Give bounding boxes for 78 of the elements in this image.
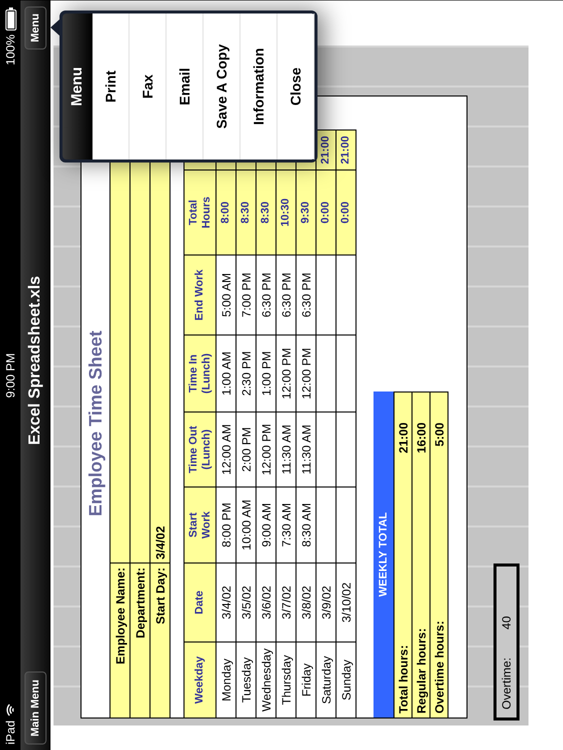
table-cell: 12:00 AM	[216, 411, 236, 486]
table-cell: 9:30	[296, 169, 316, 254]
wifi-icon	[5, 702, 15, 716]
table-cell: 3/9/02	[316, 562, 336, 641]
table-cell: 3/4/02	[216, 562, 236, 641]
menu-item[interactable]: Save A Copy	[203, 13, 240, 159]
column-header: End Work	[184, 254, 216, 334]
table-cell: 1:00 PM	[256, 334, 276, 411]
table-cell: 7:30 AM	[276, 486, 296, 562]
table-cell: 12:00 PM	[296, 334, 316, 411]
table-cell: 2:30 PM	[236, 334, 256, 411]
popover-title: Menu	[62, 13, 92, 159]
table-cell: Thursday	[276, 641, 296, 717]
table-cell: 12:00 PM	[256, 411, 276, 486]
table-cell: 2:00 PM	[236, 411, 256, 486]
table-cell: Sunday	[336, 641, 356, 717]
field-label: Start Day:	[150, 562, 170, 717]
table-cell: Friday	[296, 641, 316, 717]
table-cell: Monday	[216, 641, 236, 717]
table-cell: Tuesday	[236, 641, 256, 717]
table-cell: 10:30	[276, 169, 296, 254]
table-cell: 3/6/02	[256, 562, 276, 641]
table-cell: 1:00 AM	[216, 334, 236, 411]
table-cell: 5:00 AM	[216, 254, 236, 334]
device-name: iPad	[2, 720, 18, 744]
menu-item[interactable]: Print	[92, 13, 129, 159]
table-cell: 8:00	[216, 169, 236, 254]
table-cell: 8:30	[256, 169, 276, 254]
total-value: 21:00	[394, 391, 412, 487]
table-cell: Wednesday	[256, 641, 276, 717]
menu-item[interactable]: Email	[166, 13, 203, 159]
table-cell: 8:00 PM	[216, 486, 236, 562]
table-cell: 11:30 AM	[296, 411, 316, 486]
total-label: Regular hours:	[412, 487, 430, 717]
weekly-total-header: WEEKLY TOTAL	[373, 391, 393, 717]
table-cell: 0:00	[336, 169, 356, 254]
table-cell: 9:00 AM	[256, 486, 276, 562]
table-cell: 3/8/02	[296, 562, 316, 641]
column-header: Total Hours	[184, 169, 216, 254]
status-time: 9:00 PM	[2, 352, 18, 400]
column-header: Start Work	[184, 486, 216, 562]
field-label: Employee Name:	[110, 562, 130, 717]
table-cell: 3/7/02	[276, 562, 296, 641]
menu-item[interactable]: Information	[240, 13, 277, 159]
table-cell: 10:00 AM	[236, 486, 256, 562]
overtime-label: Overtime:	[498, 656, 514, 709]
table-cell: 0:00	[316, 169, 336, 254]
table-cell: 8:30	[236, 169, 256, 254]
field-label: Department:	[130, 562, 150, 717]
table-cell: 21:00	[336, 129, 356, 169]
table-cell: 8:30 AM	[296, 486, 316, 562]
table-cell: 6:30 PM	[276, 254, 296, 334]
table-cell: 6:30 PM	[296, 254, 316, 334]
menu-button[interactable]: Menu	[24, 6, 46, 49]
column-header: Weekday	[184, 641, 216, 717]
column-header: Date	[184, 562, 216, 641]
menu-item[interactable]: Fax	[129, 13, 166, 159]
table-cell: 21:00	[316, 129, 336, 169]
battery-icon	[4, 6, 16, 30]
nav-title: Excel Spreadsheet.xls	[25, 275, 44, 444]
table-cell: 11:30 AM	[276, 411, 296, 486]
table-cell: 12:00 PM	[276, 334, 296, 411]
column-header: Time Out (Lunch)	[184, 411, 216, 486]
overtime-value: 40	[498, 616, 514, 629]
table-cell: 6:30 PM	[256, 254, 276, 334]
sheet-title: Employee Time Sheet	[84, 330, 106, 516]
menu-item[interactable]: Close	[277, 13, 314, 159]
column-header: Time In (Lunch)	[184, 334, 216, 411]
main-menu-button[interactable]: Main Menu	[24, 671, 46, 744]
table-cell: 3/10/02	[336, 562, 356, 641]
table-cell: Saturday	[316, 641, 336, 717]
table-cell: 7:00 PM	[236, 254, 256, 334]
total-value: 5:00	[430, 391, 448, 487]
table-cell: 3/5/02	[236, 562, 256, 641]
total-value: 16:00	[412, 391, 430, 487]
total-label: Total hours:	[394, 487, 412, 717]
total-label: Overtime hours:	[430, 487, 448, 717]
battery-percent: 100%	[2, 34, 18, 65]
